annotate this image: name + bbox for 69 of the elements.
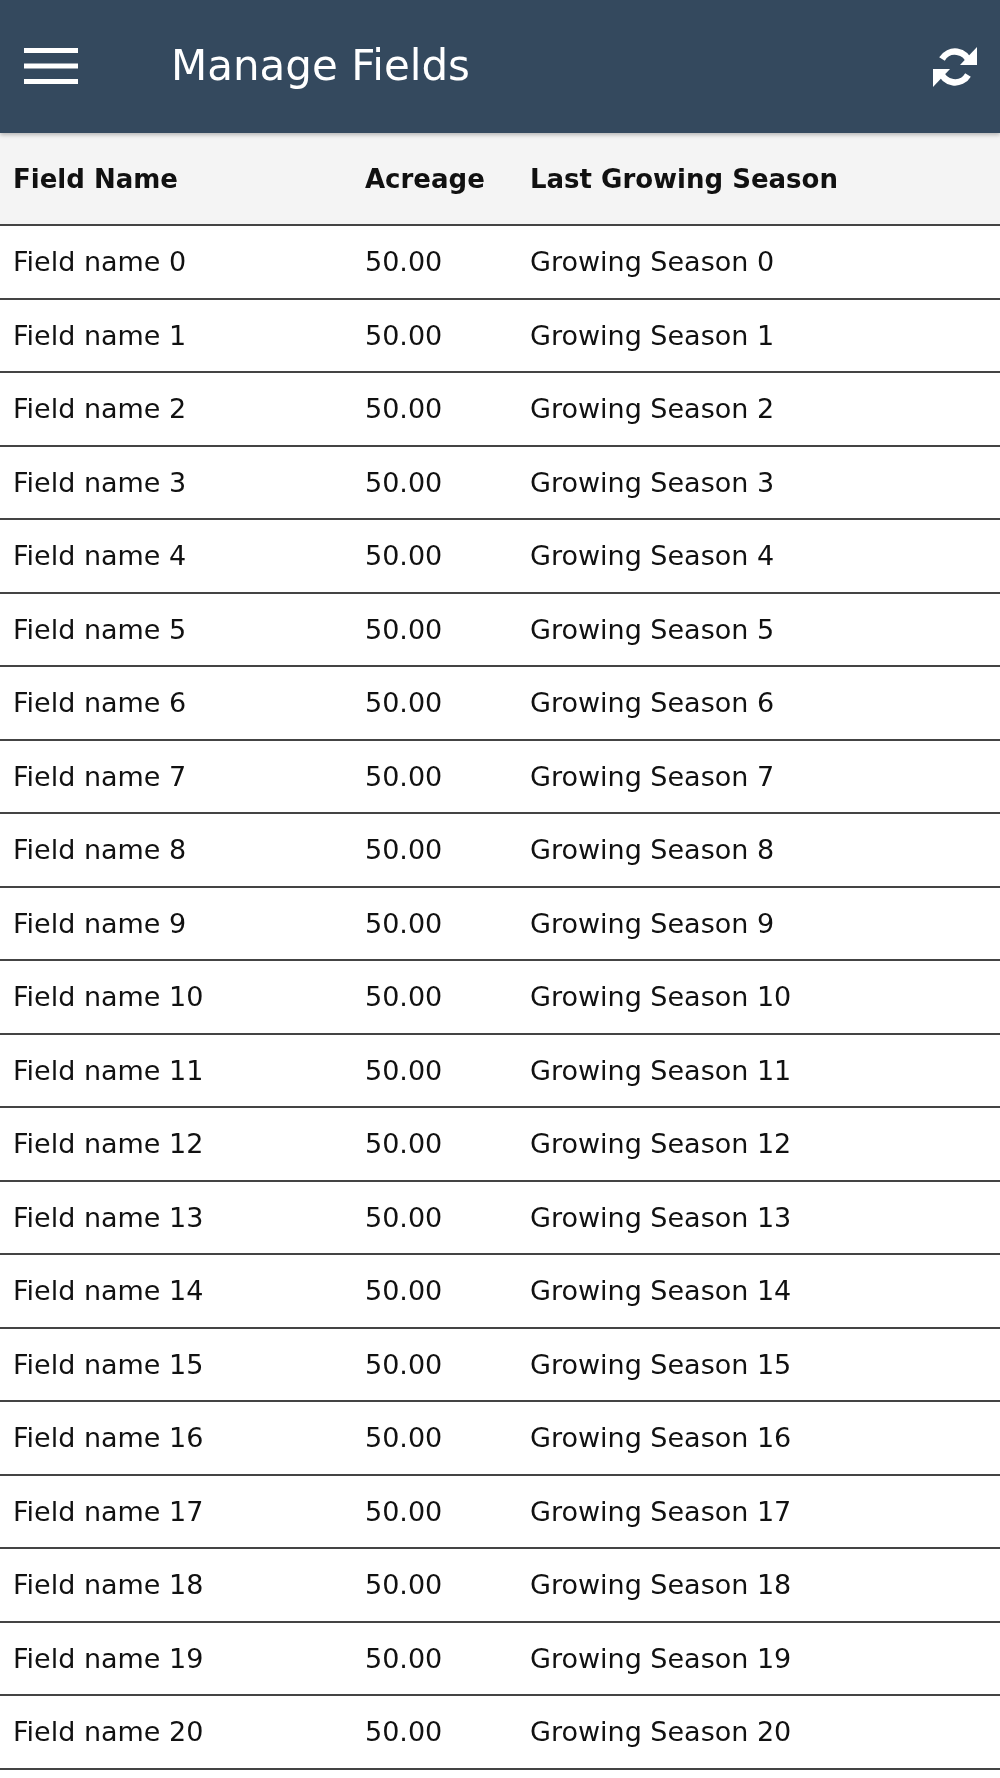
column-header: Field Name [13, 163, 178, 194]
table-cell: Field name 18 [13, 1569, 204, 1601]
table-cell: Field name 12 [13, 1128, 204, 1160]
table-cell: 50.00 [365, 760, 443, 792]
table-cell: 50.00 [365, 981, 443, 1013]
table-cell: Growing Season 14 [530, 1275, 792, 1307]
table-cell: Field name 1 [13, 319, 187, 351]
table-cell: Growing Season 0 [530, 246, 775, 278]
table-cell: Field name 11 [13, 1054, 204, 1086]
table-cell: Field name 0 [13, 246, 187, 278]
table-cell: Field name 7 [13, 760, 187, 792]
table-cell: Growing Season 16 [530, 1422, 792, 1454]
table-cell: Growing Season 5 [530, 613, 775, 645]
table-cell: 50.00 [365, 687, 443, 719]
table-cell: Growing Season 4 [530, 540, 775, 572]
table-cell: 50.00 [365, 1128, 443, 1160]
table-cell: Field name 13 [13, 1201, 204, 1233]
table-cell: Growing Season 8 [530, 834, 775, 866]
table-cell: 50.00 [365, 907, 443, 939]
table-cell: 50.00 [365, 1348, 443, 1380]
table-cell: Growing Season 2 [530, 393, 775, 425]
column-header: Last Growing Season [530, 163, 838, 194]
table-cell: Field name 20 [13, 1716, 204, 1748]
table-cell: Growing Season 18 [530, 1569, 792, 1601]
column-header: Acreage [365, 163, 485, 194]
table-cell: Field name 16 [13, 1422, 204, 1454]
table-cell: Field name 3 [13, 466, 187, 498]
table-cell: 50.00 [365, 1422, 443, 1454]
table-cell: Growing Season 13 [530, 1201, 792, 1233]
table-cell: Growing Season 10 [530, 981, 792, 1013]
table-cell: Growing Season 9 [530, 907, 775, 939]
table-cell: Growing Season 6 [530, 687, 775, 719]
table-cell: Growing Season 15 [530, 1348, 792, 1380]
table-cell: Growing Season 7 [530, 760, 775, 792]
menu-button[interactable] [24, 47, 78, 84]
table-cell: Field name 2 [13, 393, 187, 425]
table-cell: 50.00 [365, 1495, 443, 1527]
table-cell: Field name 19 [13, 1642, 204, 1674]
table-cell: Field name 10 [13, 981, 204, 1013]
table-cell: 50.00 [365, 1054, 443, 1086]
table-cell: 50.00 [365, 1642, 443, 1674]
table-cell: Field name 5 [13, 613, 187, 645]
table-cell: 50.00 [365, 393, 443, 425]
table-cell: Growing Season 20 [530, 1716, 792, 1748]
table-cell: Growing Season 17 [530, 1495, 792, 1527]
menu-icon [24, 47, 78, 84]
table-cell: Field name 15 [13, 1348, 204, 1380]
table-cell: Growing Season 11 [530, 1054, 792, 1086]
page-title: Manage Fields [171, 41, 471, 92]
table-cell: 50.00 [365, 540, 443, 572]
table-cell: Field name 6 [13, 687, 187, 719]
table-cell: 50.00 [365, 613, 443, 645]
table-cell: Field name 14 [13, 1275, 204, 1307]
table-cell: 50.00 [365, 1275, 443, 1307]
table-cell: 50.00 [365, 1201, 443, 1233]
table-cell: 50.00 [365, 834, 443, 866]
table-cell: Growing Season 19 [530, 1642, 792, 1674]
table-cell: Field name 17 [13, 1495, 204, 1527]
table-cell: Field name 9 [13, 907, 187, 939]
table-cell: 50.00 [365, 1716, 443, 1748]
table-cell: 50.00 [365, 319, 443, 351]
table-cell: Growing Season 1 [530, 319, 775, 351]
table-cell: Field name 4 [13, 540, 187, 572]
table-cell: Growing Season 12 [530, 1128, 792, 1160]
table-cell: Field name 8 [13, 834, 187, 866]
table-cell: 50.00 [365, 246, 443, 278]
table-cell: 50.00 [365, 466, 443, 498]
table-cell: Growing Season 3 [530, 466, 775, 498]
table-cell: 50.00 [365, 1569, 443, 1601]
